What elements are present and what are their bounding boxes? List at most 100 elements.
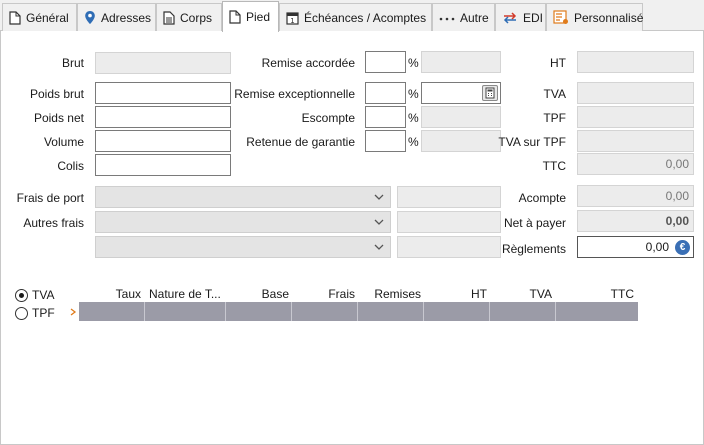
tab-label: Autre <box>460 10 489 25</box>
calculator-button[interactable] <box>482 85 498 101</box>
ttc-label: TTC <box>542 159 566 173</box>
colis-input[interactable] <box>95 154 231 176</box>
remise-exceptionnelle-amount-input[interactable] <box>421 82 501 104</box>
autres-frais-select[interactable] <box>95 211 391 233</box>
svg-text:1: 1 <box>290 17 294 25</box>
autres-frais-label: Autres frais <box>23 216 84 230</box>
radio-tva-label: TVA <box>32 288 55 302</box>
escompte-input[interactable] <box>365 106 406 128</box>
brut-field <box>95 52 231 74</box>
col-tva[interactable]: TVA <box>530 287 552 301</box>
custom-form-icon <box>553 10 568 24</box>
escompte-amount <box>421 106 501 128</box>
tab-label: Général <box>26 10 69 25</box>
pied-panel: Brut Poids brut Poids net Volume Colis R… <box>0 31 704 445</box>
tva-sur-tpf-label: TVA sur TPF <box>498 135 566 149</box>
col-taux[interactable]: Taux <box>116 287 141 301</box>
col-ttc[interactable]: TTC <box>611 287 634 301</box>
tab-label: Pied <box>246 10 271 24</box>
grid-header: Taux Nature de T... Base Frais Remises H… <box>79 286 638 302</box>
calculator-icon <box>485 87 495 99</box>
col-nature[interactable]: Nature de T... <box>149 287 221 301</box>
radio-tva[interactable]: TVA <box>15 288 54 302</box>
retenue-garantie-label: Retenue de garantie <box>246 135 355 149</box>
radio-tpf[interactable]: TPF <box>15 306 55 320</box>
row-indicator-icon <box>70 308 77 316</box>
col-remises[interactable]: Remises <box>374 287 421 301</box>
radio-tpf-label: TPF <box>32 306 55 320</box>
document-icon <box>9 10 21 25</box>
frais-de-port-select[interactable] <box>95 186 391 208</box>
tab-corps[interactable]: Corps <box>156 3 222 31</box>
chevron-down-icon <box>374 244 384 250</box>
map-pin-icon <box>85 11 95 24</box>
volume-input[interactable] <box>95 130 231 152</box>
tva-value <box>577 82 694 104</box>
radio-tpf-circle[interactable] <box>15 306 28 320</box>
tpf-value <box>577 106 694 128</box>
tab-label: Corps <box>180 10 213 25</box>
tpf-label: TPF <box>543 111 566 125</box>
radio-tva-circle[interactable] <box>15 288 28 302</box>
tab-label: Adresses <box>101 10 152 25</box>
frais-extra-select[interactable] <box>95 236 391 258</box>
percent-sign: % <box>408 111 419 125</box>
frais-de-port-label: Frais de port <box>16 191 84 205</box>
remise-exceptionnelle-input[interactable] <box>365 82 406 104</box>
acompte-value: 0,00 <box>577 185 694 207</box>
net-a-payer-label: Net à payer <box>503 216 566 230</box>
chevron-down-icon <box>374 219 384 225</box>
reglements-value: 0,00 <box>645 240 669 254</box>
tab-personnalise[interactable]: Personnalisé <box>546 3 643 31</box>
remise-accordee-amount <box>421 51 501 73</box>
document-icon <box>229 10 241 24</box>
ttc-value: 0,00 <box>577 153 694 175</box>
colis-label: Colis <box>57 159 84 173</box>
tva-sur-tpf-value <box>577 130 694 152</box>
volume-label: Volume <box>43 135 84 149</box>
brut-label: Brut <box>61 56 84 70</box>
ht-value <box>577 51 694 73</box>
frais-extra-amount <box>397 236 501 258</box>
acompte-label: Acompte <box>518 191 566 205</box>
document-lines-icon <box>163 10 175 25</box>
poids-net-input[interactable] <box>95 106 231 128</box>
tab-pied[interactable]: Pied <box>222 1 279 32</box>
tab-edi[interactable]: EDI <box>495 3 546 31</box>
tab-label: Personnalisé <box>574 10 644 25</box>
tab-label: Échéances / Acomptes <box>304 10 427 25</box>
tab-general[interactable]: Général <box>2 3 77 31</box>
escompte-label: Escompte <box>301 111 355 125</box>
col-frais[interactable]: Frais <box>328 287 355 301</box>
poids-brut-input[interactable] <box>95 82 231 104</box>
chevron-down-icon <box>374 194 384 200</box>
euro-icon[interactable]: € <box>675 240 690 255</box>
tab-autre[interactable]: Autre <box>432 3 495 31</box>
net-a-payer-value: 0,00 <box>577 210 694 232</box>
frais-de-port-amount <box>397 186 501 208</box>
tab-adresses[interactable]: Adresses <box>77 3 156 31</box>
table-row[interactable] <box>79 302 638 321</box>
remise-accordee-label: Remise accordée <box>261 56 355 70</box>
ellipsis-icon <box>439 17 455 20</box>
exchange-arrows-icon <box>503 11 517 24</box>
autres-frais-amount <box>397 211 501 233</box>
reglements-label: Règlements <box>501 242 566 256</box>
percent-sign: % <box>408 56 419 70</box>
retenue-garantie-input[interactable] <box>365 130 406 152</box>
col-ht[interactable]: HT <box>471 287 487 301</box>
ht-label: HT <box>550 56 566 70</box>
tax-grid: Taux Nature de T... Base Frais Remises H… <box>79 286 638 321</box>
tab-bar: Général Adresses Corps Pied 1 Échéances … <box>0 0 704 32</box>
reglements-field[interactable]: 0,00 € <box>577 236 694 258</box>
tva-label: TVA <box>543 87 566 101</box>
remise-exceptionnelle-label: Remise exceptionnelle <box>234 87 355 101</box>
percent-sign: % <box>408 87 419 101</box>
remise-accordee-input[interactable] <box>365 51 406 73</box>
tab-echeances-acomptes[interactable]: 1 Échéances / Acomptes <box>279 3 432 31</box>
percent-sign: % <box>408 135 419 149</box>
calendar-icon: 1 <box>286 11 299 25</box>
poids-net-label: Poids net <box>33 111 84 125</box>
poids-brut-label: Poids brut <box>29 87 84 101</box>
col-base[interactable]: Base <box>262 287 289 301</box>
